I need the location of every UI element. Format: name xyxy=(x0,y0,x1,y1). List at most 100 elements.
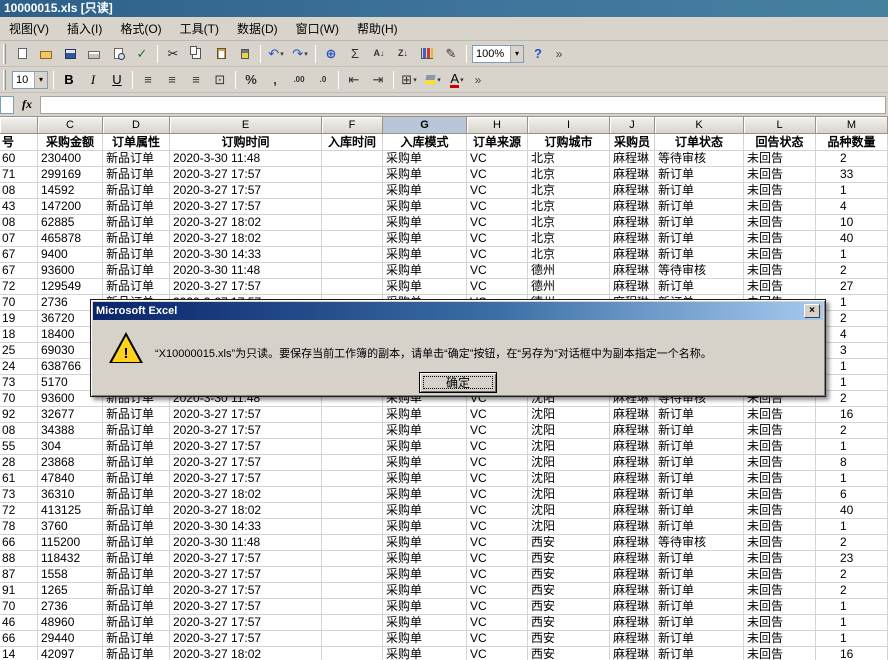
save-icon[interactable] xyxy=(59,44,81,64)
cell[interactable]: 西安 xyxy=(528,567,610,583)
cell[interactable]: 2020-3-27 17:57 xyxy=(170,279,322,295)
cell[interactable]: 未回告 xyxy=(744,615,816,631)
cell[interactable] xyxy=(322,471,383,487)
cell[interactable]: 115200 xyxy=(38,535,103,551)
cell[interactable]: 46 xyxy=(0,615,38,631)
font-size-select[interactable]: 10▾ xyxy=(12,71,48,89)
cell[interactable]: 采购单 xyxy=(383,423,467,439)
cell[interactable]: 麻程琳 xyxy=(610,407,655,423)
cell[interactable]: 未回告 xyxy=(744,151,816,167)
column-header[interactable]: J xyxy=(610,117,655,134)
sort-desc-icon[interactable]: Z↓ xyxy=(392,44,414,64)
cell[interactable]: 沈阳 xyxy=(528,439,610,455)
cell[interactable]: 2 xyxy=(816,311,888,327)
header-cell[interactable]: 订单状态 xyxy=(655,134,744,151)
cell[interactable] xyxy=(322,503,383,519)
cell[interactable]: 78 xyxy=(0,519,38,535)
cell[interactable]: 1 xyxy=(816,599,888,615)
comma-icon[interactable]: , xyxy=(264,70,286,90)
cell[interactable]: 43 xyxy=(0,199,38,215)
cell[interactable]: 299169 xyxy=(38,167,103,183)
cell[interactable]: VC xyxy=(467,455,528,471)
dialog-close-icon[interactable]: × xyxy=(804,304,820,318)
cell[interactable]: 新订单 xyxy=(655,599,744,615)
column-header[interactable] xyxy=(0,117,38,134)
menu-item[interactable]: 插入(I) xyxy=(58,17,111,40)
cell[interactable]: VC xyxy=(467,567,528,583)
zoom-select[interactable]: 100%▾ xyxy=(472,45,524,63)
drawing-icon[interactable]: ✎ xyxy=(440,44,462,64)
cell[interactable]: 等待审核 xyxy=(655,151,744,167)
header-cell[interactable]: 品种数量 xyxy=(816,134,888,151)
cell[interactable]: 66 xyxy=(0,631,38,647)
cell[interactable]: 沈阳 xyxy=(528,423,610,439)
decrease-indent-icon[interactable]: ⇤ xyxy=(343,70,365,90)
decrease-decimal-icon[interactable]: .0 xyxy=(312,70,334,90)
cell[interactable]: 72 xyxy=(0,503,38,519)
cell[interactable]: VC xyxy=(467,263,528,279)
cell[interactable]: 4 xyxy=(816,327,888,343)
cell[interactable]: 2 xyxy=(816,391,888,407)
cell[interactable]: 2 xyxy=(816,583,888,599)
cell[interactable]: 47840 xyxy=(38,471,103,487)
cell[interactable]: 新订单 xyxy=(655,455,744,471)
cell[interactable]: 304 xyxy=(38,439,103,455)
cell[interactable]: 新订单 xyxy=(655,215,744,231)
cell[interactable]: 新订单 xyxy=(655,503,744,519)
cell[interactable]: 1 xyxy=(816,439,888,455)
cell[interactable]: 2020-3-27 17:57 xyxy=(170,183,322,199)
cell[interactable]: 新订单 xyxy=(655,567,744,583)
cell[interactable]: 沈阳 xyxy=(528,503,610,519)
cell[interactable] xyxy=(322,231,383,247)
cell[interactable]: 西安 xyxy=(528,535,610,551)
cell[interactable]: 93600 xyxy=(38,263,103,279)
cell[interactable]: 未回告 xyxy=(744,423,816,439)
menu-item[interactable]: 数据(D) xyxy=(228,17,287,40)
autosum-icon[interactable]: Σ xyxy=(344,44,366,64)
format-painter-icon[interactable] xyxy=(234,44,256,64)
cell[interactable]: 2020-3-27 17:57 xyxy=(170,567,322,583)
cell[interactable]: 新品订单 xyxy=(103,455,170,471)
cell[interactable]: 14 xyxy=(0,647,38,660)
cell[interactable]: 16 xyxy=(816,407,888,423)
cell[interactable]: 未回告 xyxy=(744,567,816,583)
cell[interactable]: 麻程琳 xyxy=(610,151,655,167)
cell[interactable]: 采购单 xyxy=(383,199,467,215)
cell[interactable]: 采购单 xyxy=(383,407,467,423)
cell[interactable]: 92 xyxy=(0,407,38,423)
cell[interactable]: 1 xyxy=(816,359,888,375)
cell[interactable]: 采购单 xyxy=(383,583,467,599)
cell[interactable]: 采购单 xyxy=(383,455,467,471)
cell[interactable]: 新品订单 xyxy=(103,647,170,660)
cell[interactable]: 麻程琳 xyxy=(610,423,655,439)
cell[interactable] xyxy=(322,551,383,567)
cell[interactable]: 29440 xyxy=(38,631,103,647)
cell[interactable]: 新品订单 xyxy=(103,615,170,631)
cell[interactable]: 采购单 xyxy=(383,151,467,167)
cell[interactable]: 未回告 xyxy=(744,439,816,455)
cell[interactable]: 3760 xyxy=(38,519,103,535)
cell[interactable]: 230400 xyxy=(38,151,103,167)
increase-decimal-icon[interactable]: .00 xyxy=(288,70,310,90)
underline-icon[interactable]: U xyxy=(106,70,128,90)
cell[interactable]: 采购单 xyxy=(383,647,467,660)
cell[interactable]: VC xyxy=(467,519,528,535)
cell[interactable]: 采购单 xyxy=(383,231,467,247)
cell[interactable]: 2020-3-27 18:02 xyxy=(170,487,322,503)
cell[interactable]: 未回告 xyxy=(744,503,816,519)
cell[interactable]: 采购单 xyxy=(383,567,467,583)
cell[interactable]: 西安 xyxy=(528,583,610,599)
cell[interactable]: 1265 xyxy=(38,583,103,599)
cell[interactable]: 麻程琳 xyxy=(610,199,655,215)
cell[interactable]: 新订单 xyxy=(655,279,744,295)
cell[interactable]: 麻程琳 xyxy=(610,471,655,487)
cell[interactable]: 未回告 xyxy=(744,535,816,551)
cell[interactable]: 34388 xyxy=(38,423,103,439)
cell[interactable]: 2020-3-27 17:57 xyxy=(170,439,322,455)
menu-item[interactable]: 格式(O) xyxy=(111,17,170,40)
cell[interactable]: 麻程琳 xyxy=(610,583,655,599)
cell[interactable]: 新订单 xyxy=(655,247,744,263)
header-cell[interactable]: 订购城市 xyxy=(528,134,610,151)
cell[interactable]: 2 xyxy=(816,263,888,279)
cell[interactable] xyxy=(322,647,383,660)
